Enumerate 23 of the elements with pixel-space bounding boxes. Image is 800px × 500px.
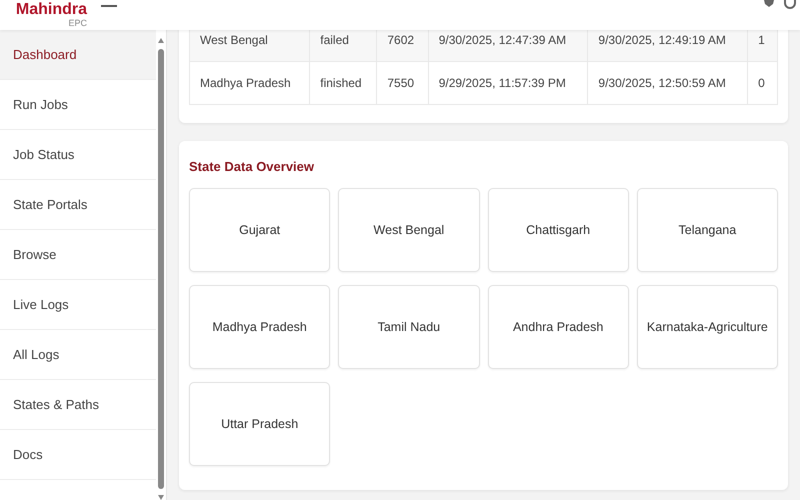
logo-subtitle: EPC: [68, 18, 87, 28]
state-tile[interactable]: Chattisgarh: [488, 188, 629, 272]
scroll-down-icon[interactable]: [158, 495, 164, 500]
state-tile[interactable]: Andhra Pradesh: [488, 285, 629, 369]
table-cell: finished: [310, 62, 377, 104]
table-cell: 7550: [376, 62, 428, 104]
logo-wordmark: Mahindra: [16, 1, 87, 18]
section-title: State Data Overview: [189, 159, 316, 174]
menu-icon[interactable]: [101, 4, 117, 8]
state-tile[interactable]: West Bengal: [338, 188, 480, 272]
scroll-up-icon[interactable]: [158, 38, 164, 43]
table-cell: Madhya Pradesh: [190, 62, 310, 104]
state-tile[interactable]: Telangana: [636, 188, 778, 272]
state-tile[interactable]: Uttar Pradesh: [189, 382, 330, 466]
sidebar-item[interactable]: Dashboard: [0, 30, 156, 80]
scrollbar-thumb[interactable]: [158, 49, 164, 489]
state-tile[interactable]: Tamil Nadu: [338, 285, 480, 369]
state-tile[interactable]: Madhya Pradesh: [189, 285, 330, 369]
table-cell: 9/30/2025, 12:50:59 AM: [588, 62, 748, 104]
table-cell: 0: [748, 62, 778, 104]
state-tile[interactable]: Karnataka-Agriculture: [636, 285, 778, 369]
table-cell: 9/29/2025, 11:57:39 PM: [428, 62, 588, 104]
state-tile[interactable]: Gujarat: [189, 188, 330, 272]
